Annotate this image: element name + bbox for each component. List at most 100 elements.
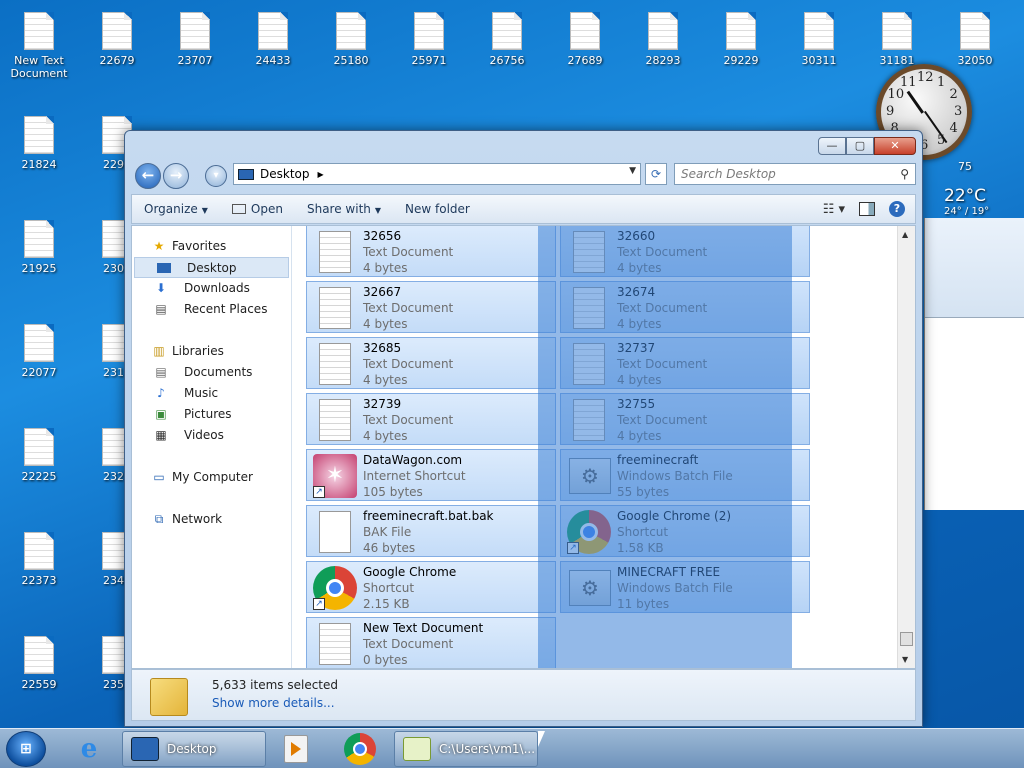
forward-button[interactable]: → <box>163 163 189 189</box>
desktop-icon[interactable]: 23707 <box>160 12 230 67</box>
file-tile[interactable]: ↗ Google Chrome Shortcut 2.15 KB <box>306 561 556 613</box>
desktop-icon[interactable]: 22559 <box>4 636 74 691</box>
open-button[interactable]: Open <box>220 202 295 216</box>
file-size: 0 bytes <box>363 653 408 667</box>
desktop-icon[interactable]: 22225 <box>4 428 74 483</box>
address-dropdown-icon[interactable]: ▼ <box>629 166 636 176</box>
desktop-icon[interactable]: 31181 <box>862 12 932 67</box>
show-more-details-link[interactable]: Show more details... <box>212 696 335 710</box>
search-input[interactable]: Search Desktop ⚲ <box>674 163 916 185</box>
taskbar-notepad-button[interactable]: C:\Users\vm1\... <box>394 731 538 767</box>
desktop-icon[interactable]: 21824 <box>4 116 74 171</box>
file-tile[interactable]: 32739 Text Document 4 bytes <box>306 393 556 445</box>
file-tile[interactable]: 32656 Text Document 4 bytes <box>306 226 556 277</box>
file-tile[interactable]: ✶ ↗ DataWagon.com Internet Shortcut 105 byte… <box>306 449 556 501</box>
text-document-icon <box>180 12 210 50</box>
desktop-icon[interactable]: 24433 <box>238 12 308 67</box>
desktop-icon-label: 21925 <box>21 262 57 275</box>
close-button[interactable]: ✕ <box>874 137 916 155</box>
text-document-icon <box>882 12 912 50</box>
desktop-icon-label: 22679 <box>99 54 135 67</box>
scroll-thumb[interactable] <box>900 632 913 646</box>
file-size: 105 bytes <box>363 485 423 499</box>
text-document-icon <box>24 12 54 50</box>
desktop-icon-label: 25180 <box>333 54 369 67</box>
text-document-icon <box>960 12 990 50</box>
file-tile[interactable]: 32667 Text Document 4 bytes <box>306 281 556 333</box>
text-document-icon <box>24 324 54 362</box>
nav-recent-places[interactable]: ▤ Recent Places <box>132 299 291 320</box>
nav-downloads[interactable]: ⬇ Downloads <box>132 278 291 299</box>
file-name: freeminecraft.bat.bak <box>363 509 494 523</box>
back-button[interactable]: ← <box>135 163 161 189</box>
file-type: Internet Shortcut <box>363 469 466 483</box>
nav-network[interactable]: ⧉ Network <box>132 509 291 530</box>
desktop-icon[interactable]: 30311 <box>784 12 854 67</box>
recent-pages-button[interactable]: ▾ <box>205 165 227 187</box>
start-button[interactable]: ⊞ <box>6 731 46 767</box>
internet-explorer-icon[interactable]: e <box>72 735 106 765</box>
blank-doc-icon <box>313 510 359 554</box>
open-icon <box>231 204 246 214</box>
desktop-icon[interactable]: 27689 <box>550 12 620 67</box>
text-doc-icon <box>313 398 359 442</box>
nav-my-computer[interactable]: ▭ My Computer <box>132 467 291 488</box>
address-bar[interactable]: Desktop ▶ ▼ <box>233 163 641 185</box>
selection-thumbnail-icon <box>150 678 188 716</box>
desktop-icon[interactable]: 28293 <box>628 12 698 67</box>
desktop-icon[interactable]: 26756 <box>472 12 542 67</box>
share-with-button[interactable]: Share with ▼ <box>295 202 393 216</box>
clock-numeral: 2 <box>949 87 958 102</box>
maximize-button[interactable]: ▢ <box>846 137 874 155</box>
nav-favorites[interactable]: ★ Favorites <box>132 236 291 257</box>
desktop-icon[interactable]: 21925 <box>4 220 74 275</box>
nav-videos[interactable]: ▦ Videos <box>132 425 291 446</box>
search-icon[interactable]: ⚲ <box>900 164 909 184</box>
file-name: Google Chrome <box>363 565 457 579</box>
desktop-icon[interactable]: New Text Document <box>4 12 74 80</box>
file-list[interactable]: 32656Text Document4 bytes32660Text Docum… <box>294 226 897 668</box>
nav-music[interactable]: ♪ Music <box>132 383 291 404</box>
desktop-icon-label: 21824 <box>21 158 57 171</box>
explorer-window[interactable]: — ▢ ✕ ← → ▾ Desktop ▶ ▼ ⟳ Search Desktop… <box>124 130 923 727</box>
file-name: 32656 <box>363 229 402 243</box>
help-icon[interactable]: ? <box>889 201 905 217</box>
desktop-icon[interactable]: 22077 <box>4 324 74 379</box>
desktop-icon-label[interactable]: 75 <box>940 160 990 173</box>
desktop-icon[interactable]: 22679 <box>82 12 152 67</box>
new-folder-button[interactable]: New folder <box>393 202 482 216</box>
desktop-icon[interactable]: 25971 <box>394 12 464 67</box>
media-player-icon[interactable] <box>284 735 308 763</box>
chrome-icon[interactable] <box>344 733 376 765</box>
command-bar: Organize ▼ Open Share with ▼ New folder ☷ … <box>131 194 916 224</box>
preview-pane-icon[interactable] <box>859 202 875 216</box>
breadcrumb-arrow-icon[interactable]: ▶ <box>318 170 324 179</box>
desktop-icon[interactable]: 25180 <box>316 12 386 67</box>
desktop-icon-label: 30311 <box>801 54 837 67</box>
desktop-icon[interactable]: 22373 <box>4 532 74 587</box>
nav-libraries[interactable]: ▥ Libraries <box>132 341 291 362</box>
nav-desktop[interactable]: Desktop <box>134 257 289 278</box>
file-tile[interactable]: freeminecraft.bat.bak BAK File 46 bytes <box>306 505 556 557</box>
desktop-icon[interactable]: 29229 <box>706 12 776 67</box>
desktop-icon-label: 32050 <box>957 54 993 67</box>
view-options-icon[interactable]: ☷ ▾ <box>823 202 845 217</box>
file-tile[interactable]: 32685 Text Document 4 bytes <box>306 337 556 389</box>
nav-pictures[interactable]: ▣ Pictures <box>132 404 291 425</box>
videos-icon: ▦ <box>155 428 167 442</box>
background-window[interactable] <box>924 218 1024 510</box>
web-shortcut-icon: ✶ ↗ <box>313 454 359 498</box>
minimize-button[interactable]: — <box>818 137 846 155</box>
refresh-button[interactable]: ⟳ <box>645 163 667 185</box>
taskbar-explorer-button[interactable]: Desktop <box>122 731 266 767</box>
weather-gadget[interactable]: 22°C 24° / 19° <box>944 186 989 217</box>
vertical-scrollbar[interactable]: ▲ ▼ <box>897 226 915 668</box>
desktop-icon[interactable]: 32050 <box>940 12 1010 67</box>
file-tile[interactable]: New Text Document Text Document 0 bytes <box>306 617 556 668</box>
weather-range: 24° / 19° <box>944 206 990 217</box>
text-doc-icon <box>313 342 359 386</box>
nav-documents[interactable]: ▤ Documents <box>132 362 291 383</box>
organize-button[interactable]: Organize ▼ <box>132 202 220 216</box>
file-size: 4 bytes <box>363 317 408 331</box>
navigation-row: ← → ▾ Desktop ▶ ▼ ⟳ Search Desktop ⚲ <box>133 161 916 189</box>
